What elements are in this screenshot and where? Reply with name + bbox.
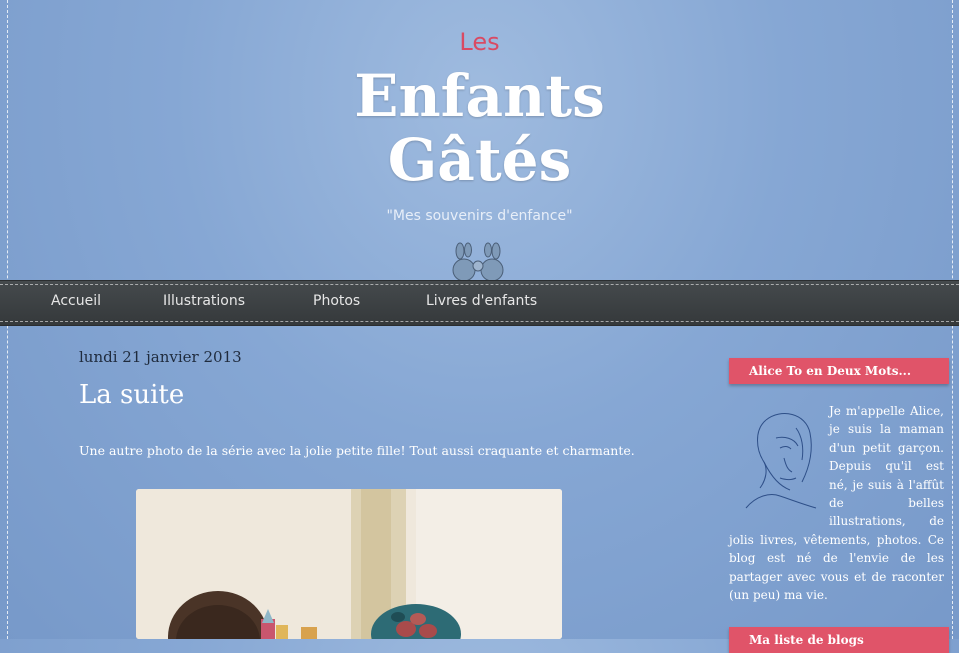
bunnies-logo-icon [452,242,504,282]
blog-title-line1[interactable]: Enfants [0,64,959,128]
post-body-text: Une autre photo de la série avec la joli… [79,443,635,458]
nav-stitch-bottom [0,321,959,322]
nav-item-photos[interactable]: Photos [313,293,360,309]
post-date: lundi 21 janvier 2013 [79,348,242,366]
bloglist-widget-title: Ma liste de blogs [729,627,949,653]
about-widget-title: Alice To en Deux Mots... [729,358,949,384]
blog-title[interactable]: Enfants Gâtés [0,64,959,192]
about-text: Je m'appelle Alice, je suis la maman d'u… [729,402,944,604]
post-title[interactable]: La suite [79,380,184,410]
nav-item-livres-enfants[interactable]: Livres d'enfants [426,293,537,309]
blog-header: Les Enfants Gâtés "Mes souvenirs d'enfan… [0,0,959,282]
blog-title-small[interactable]: Les [0,28,959,56]
nav-item-accueil[interactable]: Accueil [51,293,101,309]
blog-tagline: "Mes souvenirs d'enfance" [386,208,573,224]
post-photo[interactable] [136,489,562,639]
nav-item-illustrations[interactable]: Illustrations [163,293,245,309]
about-photo-space [729,402,829,528]
post-photo-illustration [136,489,562,639]
blog-title-line2[interactable]: Gâtés [0,128,959,192]
main-navigation: Accueil Illustrations Photos Livres d'en… [0,280,959,326]
nav-stitch-top [0,284,959,285]
